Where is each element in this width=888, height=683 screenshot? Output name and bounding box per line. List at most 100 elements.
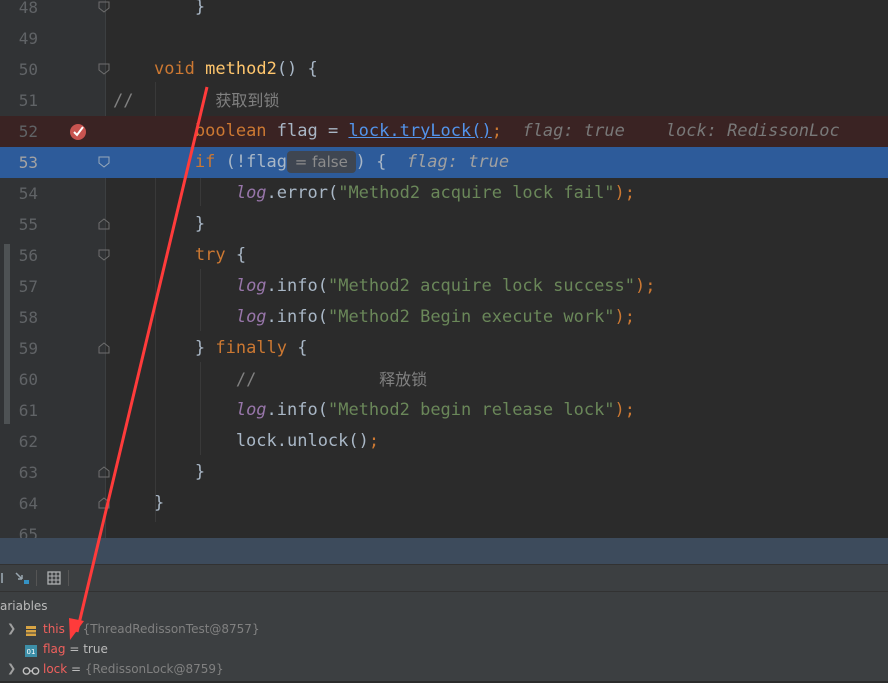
code-token: } — [113, 462, 206, 482]
variable-row[interactable]: 01 flag = true — [0, 639, 888, 659]
svg-text:01: 01 — [27, 648, 36, 656]
code-line[interactable]: 49 — [0, 23, 888, 54]
code-text: } — [113, 457, 205, 488]
code-token: "Method2 acquire lock fail" — [338, 183, 615, 203]
code-line[interactable]: 54 log.error("Method2 acquire lock fail"… — [0, 178, 888, 209]
code-token: () { — [276, 59, 318, 79]
code-token: ; — [491, 121, 502, 141]
code-text: // 获取到锁 — [113, 85, 279, 117]
line-number: 59 — [18, 339, 38, 358]
line-number: 58 — [18, 308, 38, 327]
code-editor[interactable]: 48 } 49 50 void method2() {51// 获取到锁 52 boo… — [0, 0, 888, 538]
fold-marker-icon[interactable] — [98, 497, 110, 509]
breakpoint-icon[interactable] — [68, 121, 88, 141]
code-line[interactable]: 57 log.info("Method2 acquire lock succes… — [0, 271, 888, 302]
code-line[interactable]: 61 log.info("Method2 begin release lock"… — [0, 395, 888, 426]
code-line[interactable]: 56 try { — [0, 240, 888, 271]
chevron-right-icon[interactable]: ❯ — [7, 619, 16, 639]
code-token[interactable]: lock.tryLock() — [348, 121, 491, 141]
code-line[interactable]: 52 boolean flag = lock.tryLock(); flag: … — [0, 116, 888, 147]
code-line[interactable]: 53 if (!flag = false ) { flag: true — [0, 147, 888, 178]
code-token: 获取到锁 — [215, 91, 280, 110]
variable-value: {RedissonLock@8759} — [84, 662, 224, 676]
variable-name: lock — [43, 662, 68, 676]
code-token: ); — [614, 307, 636, 327]
code-text: void method2() { — [113, 54, 318, 85]
code-token: "Method2 begin release lock" — [327, 400, 615, 420]
code-token: log — [235, 276, 267, 296]
code-token: 释放锁 — [379, 370, 428, 389]
code-token: // — [113, 91, 134, 111]
code-token: } — [113, 214, 206, 234]
code-token: .info( — [266, 276, 328, 296]
line-number: 52 — [18, 122, 38, 141]
code-line[interactable]: 63 } — [0, 457, 888, 488]
run-to-cursor-icon[interactable] — [14, 570, 30, 586]
code-token: { — [225, 245, 247, 265]
variable-name: flag — [43, 642, 66, 656]
debug-value-hint: flag: true lock: RedissonLoc — [501, 121, 840, 141]
chevron-right-icon[interactable]: ❯ — [7, 659, 16, 679]
code-token: // — [235, 370, 257, 390]
code-token: log — [235, 307, 267, 327]
fold-marker-icon[interactable] — [98, 342, 110, 354]
debug-toolbar — [0, 565, 888, 592]
line-number: 56 — [18, 246, 38, 265]
code-line[interactable]: 60 // 释放锁 — [0, 364, 888, 395]
variable-row[interactable]: ❯ lock = {RedissonLock@8759} — [0, 659, 888, 679]
code-line[interactable]: 64 } — [0, 488, 888, 519]
code-token: { — [287, 338, 308, 358]
code-text: } — [113, 488, 164, 519]
code-line[interactable]: 48 } — [0, 0, 888, 23]
code-token: } — [113, 493, 165, 513]
code-token: } — [113, 338, 216, 358]
code-token: "Method2 acquire lock success" — [327, 276, 636, 296]
code-token: .error( — [266, 183, 339, 203]
fold-marker-icon[interactable] — [98, 466, 110, 478]
code-line[interactable]: 58 log.info("Method2 Begin execute work"… — [0, 302, 888, 333]
line-number: 61 — [18, 401, 38, 420]
primitive-icon: 01 — [25, 643, 37, 657]
inline-value-hint: = false — [287, 151, 356, 173]
code-line[interactable]: 65 — [0, 519, 888, 538]
code-token: .info( — [266, 400, 328, 420]
code-line[interactable]: 51 // 获取到锁 — [0, 85, 888, 116]
code-line[interactable]: 59 } finally { — [0, 333, 888, 364]
code-token: ); — [614, 183, 636, 203]
code-token: ) { — [355, 152, 407, 172]
variable-text: flag = true — [43, 639, 108, 659]
toolbar-separator — [36, 570, 37, 586]
code-token: void — [153, 59, 195, 79]
line-number: 64 — [18, 494, 38, 513]
evaluate-expression-icon[interactable] — [46, 570, 62, 586]
code-token: flag = — [266, 121, 349, 141]
fold-marker-icon[interactable] — [98, 249, 110, 261]
fold-marker-icon[interactable] — [98, 156, 110, 168]
code-text: // 释放锁 — [113, 364, 427, 396]
code-line[interactable]: 50 void method2() { — [0, 54, 888, 85]
code-line[interactable]: 62 lock.unlock(); — [0, 426, 888, 457]
code-token: ); — [635, 276, 656, 296]
fold-marker-icon[interactable] — [98, 218, 110, 230]
step-icon[interactable] — [0, 570, 10, 586]
code-text: boolean flag = lock.tryLock(); flag: tru… — [113, 116, 840, 147]
variable-equals: = — [64, 622, 83, 636]
code-token: finally — [215, 338, 288, 358]
fold-marker-icon[interactable] — [98, 1, 110, 13]
code-token: boolean — [194, 121, 267, 141]
debug-panel-header[interactable] — [0, 538, 888, 565]
variables-tab-label[interactable]: ariables — [0, 596, 48, 616]
line-number: 63 — [18, 463, 38, 482]
line-number: 65 — [18, 525, 38, 538]
code-token: } — [113, 0, 206, 17]
fold-marker-icon[interactable] — [98, 63, 110, 75]
code-text: log.info("Method2 acquire lock success")… — [113, 271, 656, 302]
variable-row[interactable]: ❯ this = {ThreadRedissonTest@8757} — [0, 619, 888, 639]
code-token: ); — [614, 400, 636, 420]
code-line[interactable]: 55 } — [0, 209, 888, 240]
